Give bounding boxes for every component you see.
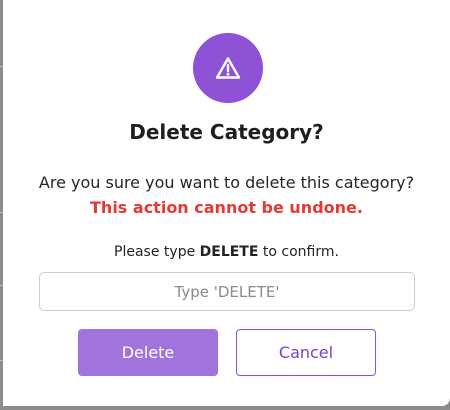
instruction-keyword: DELETE — [199, 244, 259, 260]
cancel-button[interactable]: Cancel — [236, 329, 376, 376]
delete-category-dialog: Delete Category? Are you sure you want t… — [3, 0, 450, 406]
dialog-title: Delete Category? — [129, 120, 324, 144]
irreversible-warning: This action cannot be undone. — [90, 198, 363, 217]
confirmation-question: Are you sure you want to delete this cat… — [38, 173, 415, 192]
confirm-delete-input[interactable] — [39, 272, 415, 311]
type-to-confirm-instruction: Please type DELETE to confirm. — [3, 244, 450, 260]
delete-button[interactable]: Delete — [78, 329, 218, 376]
warning-icon-badge — [193, 33, 263, 103]
warning-triangle-icon — [215, 57, 241, 79]
instruction-suffix: to confirm. — [258, 244, 339, 260]
instruction-prefix: Please type — [114, 244, 200, 260]
